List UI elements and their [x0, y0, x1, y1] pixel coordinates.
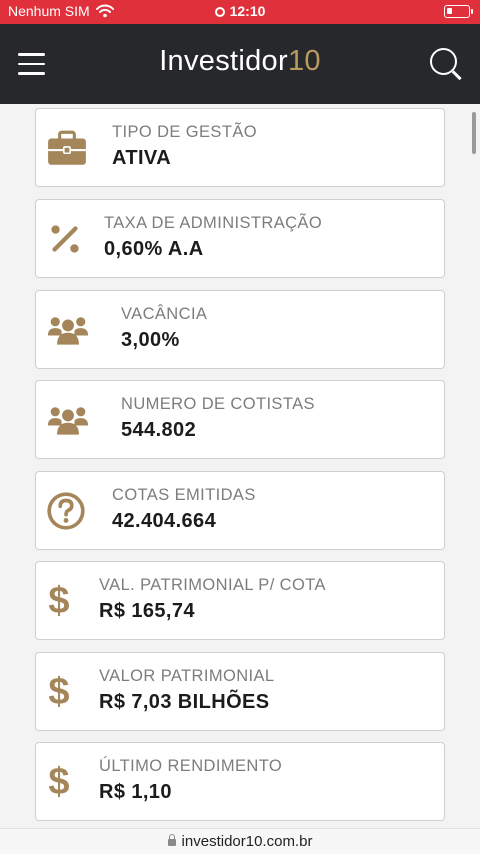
- card-ultimo-rendimento: $ ÚLTIMO RENDIMENTO R$ 1,10: [35, 742, 445, 821]
- alarm-icon: [214, 7, 225, 17]
- card-label: TIPO DE GESTÃO: [112, 123, 257, 141]
- card-label: TAXA DE ADMINISTRAÇÃO: [104, 214, 323, 232]
- browser-url-bar[interactable]: investidor10.com.br: [0, 828, 480, 854]
- card-label: VACÂNCIA: [121, 305, 208, 323]
- card-value: 3,00%: [121, 329, 180, 351]
- status-bar: Nenhum SIM 12:10: [0, 0, 480, 24]
- dollar-icon: $: [48, 671, 70, 713]
- dollar-icon: $: [48, 580, 70, 622]
- lock-icon: [167, 834, 176, 846]
- card-value: 0,60% A.A: [104, 238, 204, 260]
- users-icon: [47, 407, 89, 435]
- logo-suffix: 10: [287, 45, 321, 77]
- card-valor-patrimonial: $ VALOR PATRIMONIAL R$ 7,03 BILHÕES: [35, 652, 445, 731]
- logo-text: Investidor: [159, 45, 288, 77]
- card-tipo-gestao: TIPO DE GESTÃO ATIVA: [35, 108, 445, 187]
- percent-icon: [51, 225, 79, 253]
- card-value: ATIVA: [112, 147, 172, 169]
- question-circle-icon: [47, 492, 85, 530]
- search-button[interactable]: [430, 48, 462, 80]
- card-value: R$ 165,74: [99, 600, 195, 622]
- app-logo[interactable]: Investidor10: [0, 45, 480, 78]
- time-label: 12:10: [229, 3, 266, 19]
- card-label: COTAS EMITIDAS: [112, 486, 256, 504]
- card-value: R$ 7,03 BILHÕES: [99, 691, 270, 713]
- status-time: 12:10: [0, 3, 480, 19]
- dollar-icon: $: [48, 761, 70, 803]
- card-label: NUMERO DE COTISTAS: [121, 395, 315, 413]
- card-label: VAL. PATRIMONIAL P/ COTA: [99, 576, 326, 594]
- card-vacancia: VACÂNCIA 3,00%: [35, 290, 445, 369]
- card-value: 544.802: [121, 419, 197, 441]
- card-value: 42.404.664: [112, 510, 217, 532]
- card-cotas-emitidas: COTAS EMITIDAS 42.404.664: [35, 471, 445, 550]
- battery-icon: [444, 5, 473, 18]
- app-header: Investidor10: [0, 24, 480, 104]
- card-label: ÚLTIMO RENDIMENTO: [99, 757, 283, 775]
- card-label: VALOR PATRIMONIAL: [99, 667, 275, 685]
- card-taxa-administracao: TAXA DE ADMINISTRAÇÃO 0,60% A.A: [35, 199, 445, 278]
- card-numero-cotistas: NUMERO DE COTISTAS 544.802: [35, 380, 445, 459]
- briefcase-icon: [48, 130, 86, 165]
- card-val-patrimonial-cota: $ VAL. PATRIMONIAL P/ COTA R$ 165,74: [35, 561, 445, 640]
- users-icon: [47, 317, 89, 345]
- card-value: R$ 1,10: [99, 781, 172, 803]
- url-text: investidor10.com.br: [181, 833, 313, 850]
- scrollbar[interactable]: [472, 112, 476, 154]
